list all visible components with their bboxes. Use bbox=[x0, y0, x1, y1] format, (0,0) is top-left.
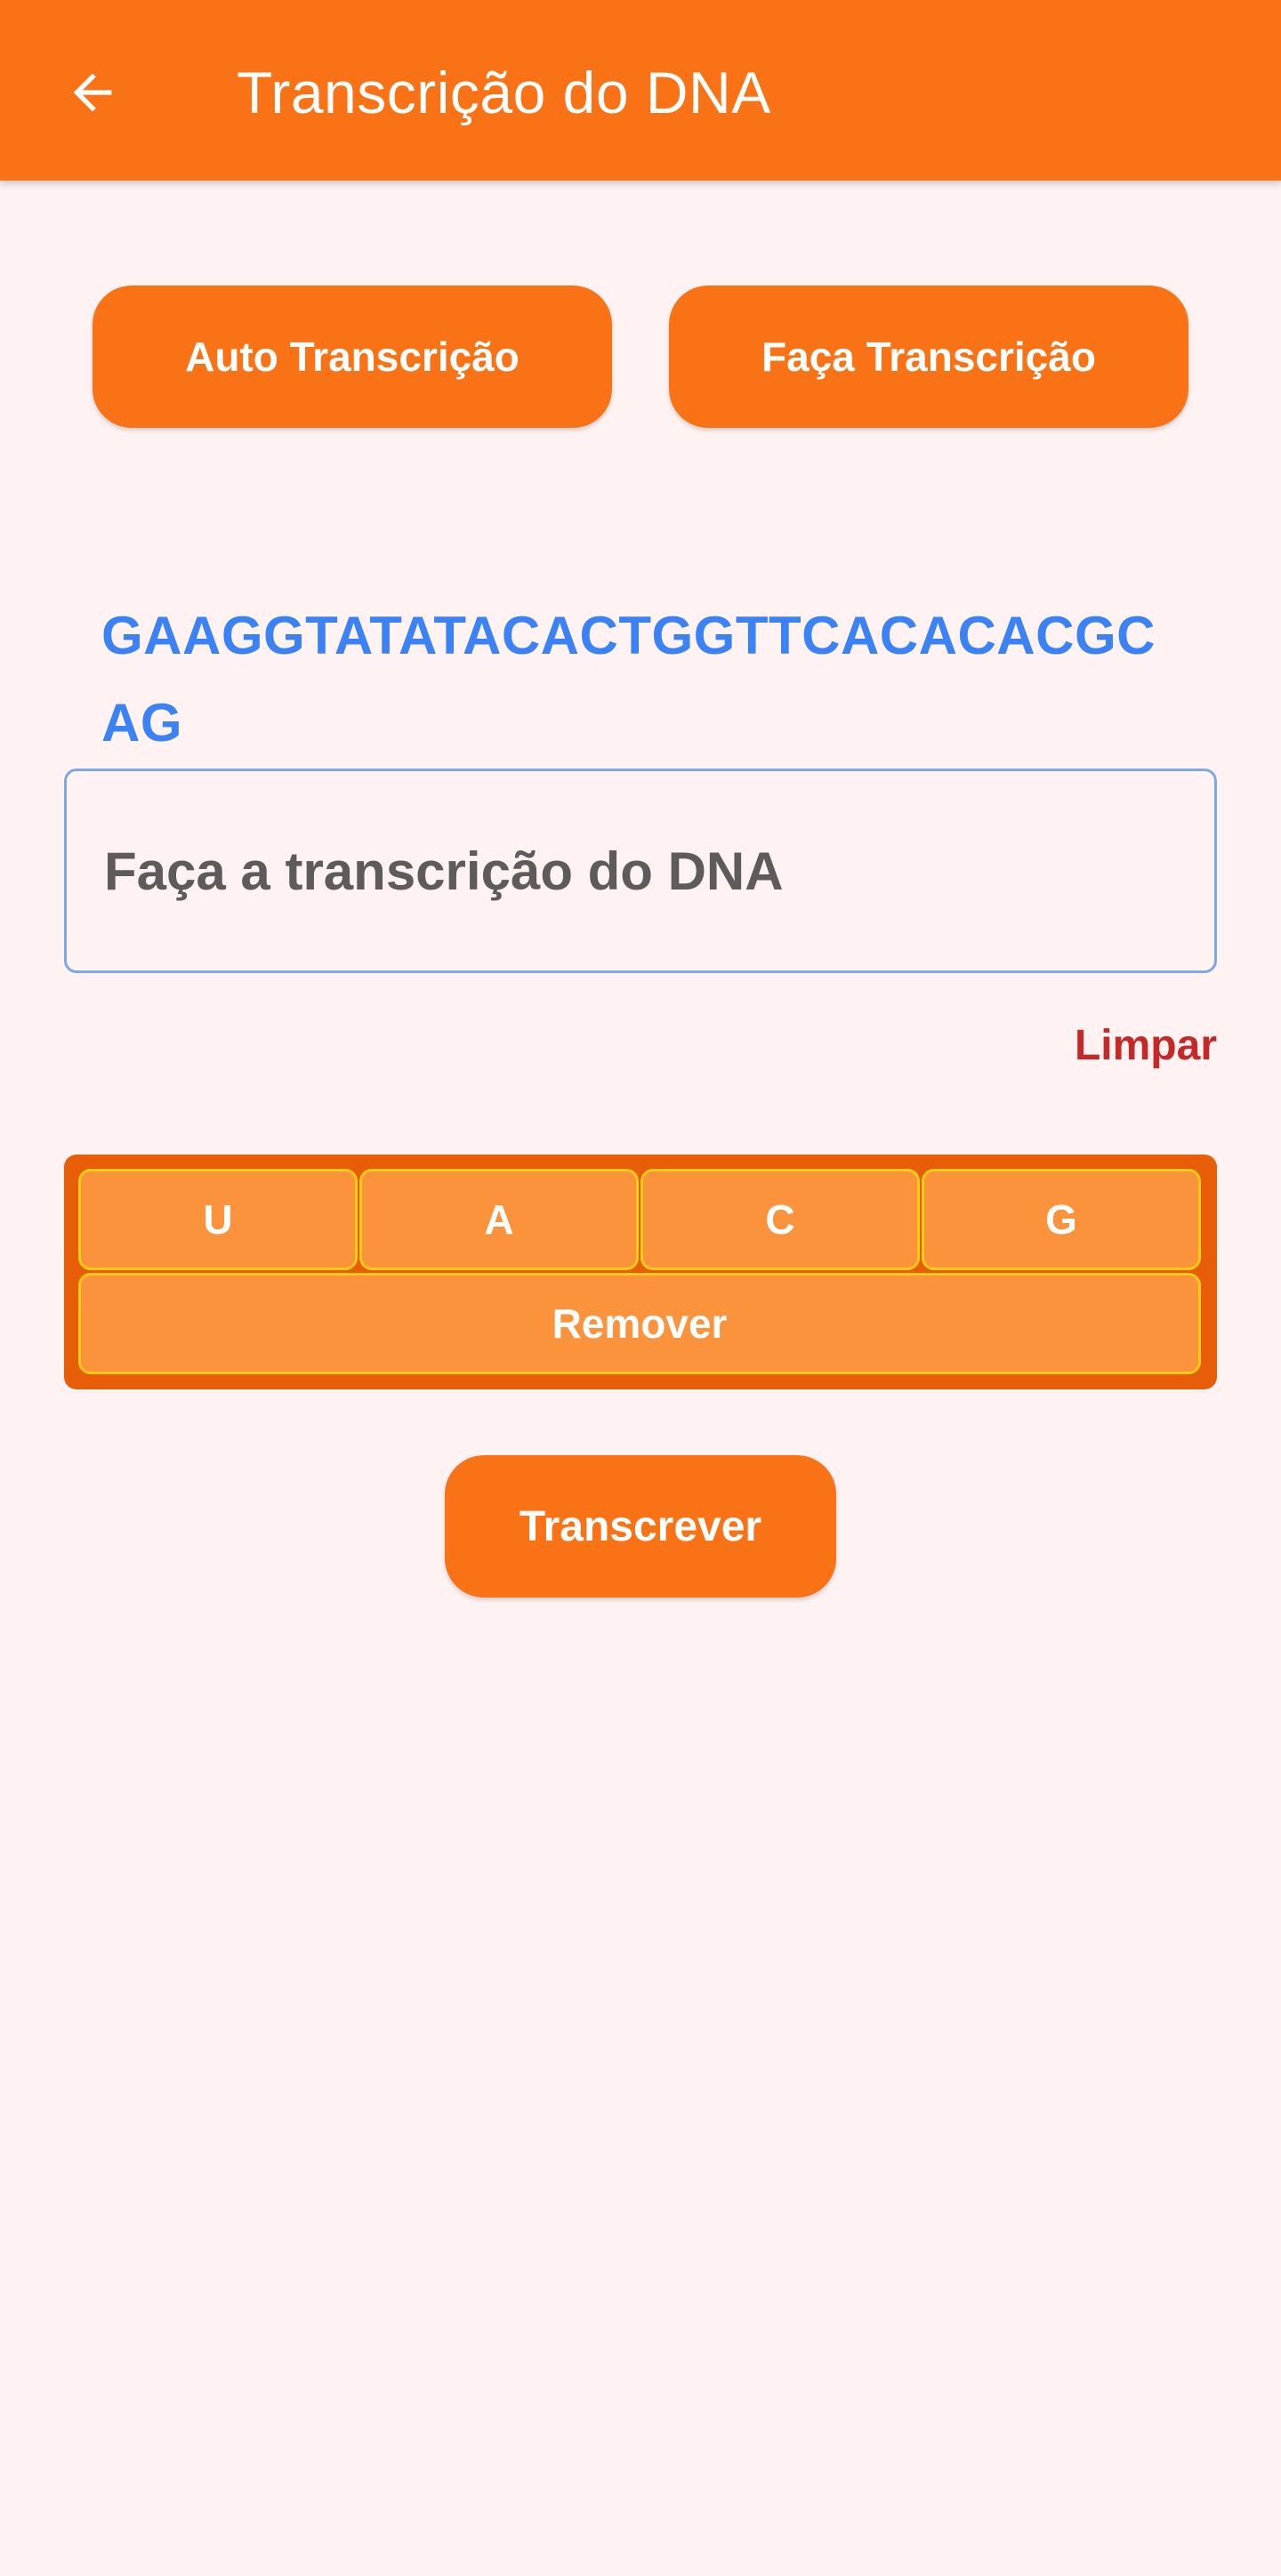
transcribe-label: Transcrever bbox=[519, 1502, 762, 1550]
key-u[interactable]: U bbox=[78, 1169, 358, 1270]
back-button[interactable] bbox=[44, 44, 141, 141]
nucleotide-keyboard: U A C G Remover bbox=[64, 1155, 1217, 1389]
remove-key[interactable]: Remover bbox=[78, 1273, 1201, 1374]
transcription-input[interactable] bbox=[64, 769, 1217, 973]
transcribe-button[interactable]: Transcrever bbox=[445, 1455, 836, 1598]
key-a[interactable]: A bbox=[359, 1169, 639, 1270]
arrow-left-icon bbox=[64, 64, 121, 121]
auto-transcription-label: Auto Transcrição bbox=[185, 334, 520, 380]
manual-transcription-label: Faça Transcrição bbox=[761, 334, 1096, 380]
auto-transcription-button[interactable]: Auto Transcrição bbox=[93, 286, 612, 428]
clear-button[interactable]: Limpar bbox=[1075, 1021, 1217, 1070]
app-bar: Transcrição do DNA bbox=[0, 0, 1281, 181]
page-title: Transcrição do DNA bbox=[237, 60, 771, 125]
manual-transcription-button[interactable]: Faça Transcrição bbox=[669, 286, 1188, 428]
key-c[interactable]: C bbox=[640, 1169, 920, 1270]
key-g[interactable]: G bbox=[922, 1169, 1201, 1270]
dna-sequence: GAAGGTATATACACTGGTTCACACACGCAG bbox=[101, 606, 1156, 753]
